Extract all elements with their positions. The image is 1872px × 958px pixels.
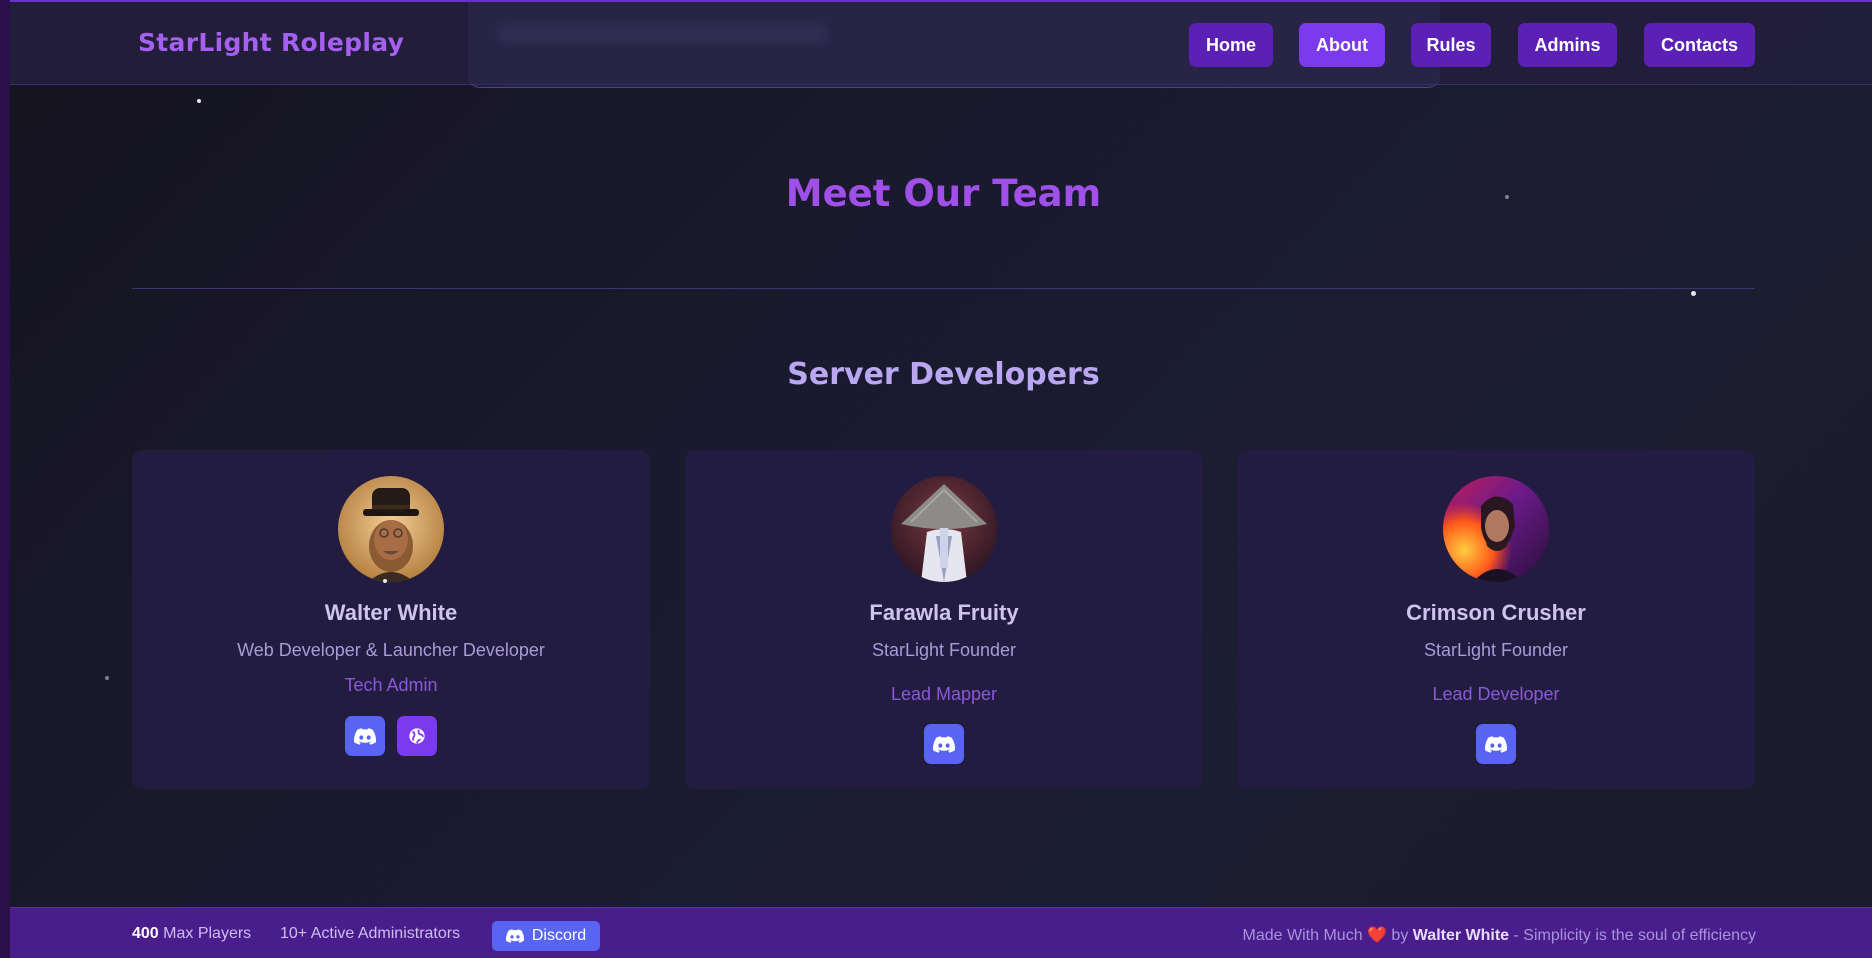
discord-icon: [1485, 735, 1507, 753]
max-players-label: Max Players: [163, 925, 252, 942]
discord-button[interactable]: [924, 724, 964, 764]
discord-icon: [933, 735, 955, 753]
avatar: [338, 476, 444, 582]
author-name: Walter White: [1412, 927, 1510, 944]
member-name: Walter White: [324, 600, 458, 625]
member-name: Crimson Crusher: [1406, 600, 1586, 625]
member-role: Web Developer & Launcher Developer: [237, 640, 545, 660]
page-edge: [0, 0, 10, 958]
section-divider: [132, 288, 1755, 289]
member-role: StarLight Founder: [871, 640, 1017, 660]
star-decoration: [1691, 291, 1696, 296]
star-decoration: [383, 579, 387, 583]
team-title: Meet Our Team: [785, 172, 1102, 215]
star-decoration: [197, 99, 201, 103]
heart-icon: ❤️: [1367, 927, 1387, 944]
discord-button[interactable]: [1476, 724, 1516, 764]
member-tag: Lead Developer: [1432, 684, 1560, 704]
team-card: Crimson Crusher StarLight Founder Lead D…: [1237, 450, 1755, 789]
max-players-stat: 400 Max Players: [132, 925, 251, 943]
member-role: StarLight Founder: [1423, 640, 1569, 660]
team-card: Walter White Web Developer & Launcher De…: [132, 450, 650, 789]
made-with-text: Made With Much: [1242, 927, 1363, 944]
website-button[interactable]: [397, 716, 437, 756]
member-tag: Lead Mapper: [890, 684, 998, 704]
member-tag: Tech Admin: [344, 675, 438, 695]
star-decoration: [105, 676, 109, 680]
site-footer: 400 Max Players 10+ Active Administrator…: [10, 907, 1872, 958]
globe-icon: [409, 728, 425, 744]
avatar: [1443, 476, 1549, 582]
admins-stat: 10+ Active Administrators: [280, 925, 461, 942]
max-players-value: 400: [132, 925, 159, 942]
blurred-overlay: [468, 2, 1440, 88]
discord-button[interactable]: [345, 716, 385, 756]
avatar: [891, 476, 997, 582]
section-title: Server Developers: [787, 357, 1100, 392]
tagline: - Simplicity is the soul of efficiency: [1513, 927, 1756, 944]
discord-icon: [505, 929, 524, 943]
blurred-text: [498, 22, 828, 44]
discord-label: Discord: [531, 927, 587, 944]
nav-admins[interactable]: Admins: [1518, 23, 1617, 67]
site-header: StarLight Roleplay Home About Rules Admi…: [10, 0, 1872, 88]
member-name: Farawla Fruity: [869, 600, 1019, 625]
nav-home[interactable]: Home: [1189, 23, 1273, 67]
footer-discord-button[interactable]: Discord: [492, 921, 600, 951]
site-brand[interactable]: StarLight Roleplay: [138, 28, 404, 57]
nav-about[interactable]: About: [1299, 23, 1385, 67]
nav-rules[interactable]: Rules: [1411, 23, 1491, 67]
nav-contacts[interactable]: Contacts: [1644, 23, 1755, 67]
team-card: Farawla Fruity StarLight Founder Lead Ma…: [685, 450, 1203, 789]
footer-credit: Made With Much ❤️ by Walter White - Simp…: [1243, 925, 1756, 945]
discord-icon: [354, 727, 376, 745]
by-text: by: [1391, 927, 1409, 944]
